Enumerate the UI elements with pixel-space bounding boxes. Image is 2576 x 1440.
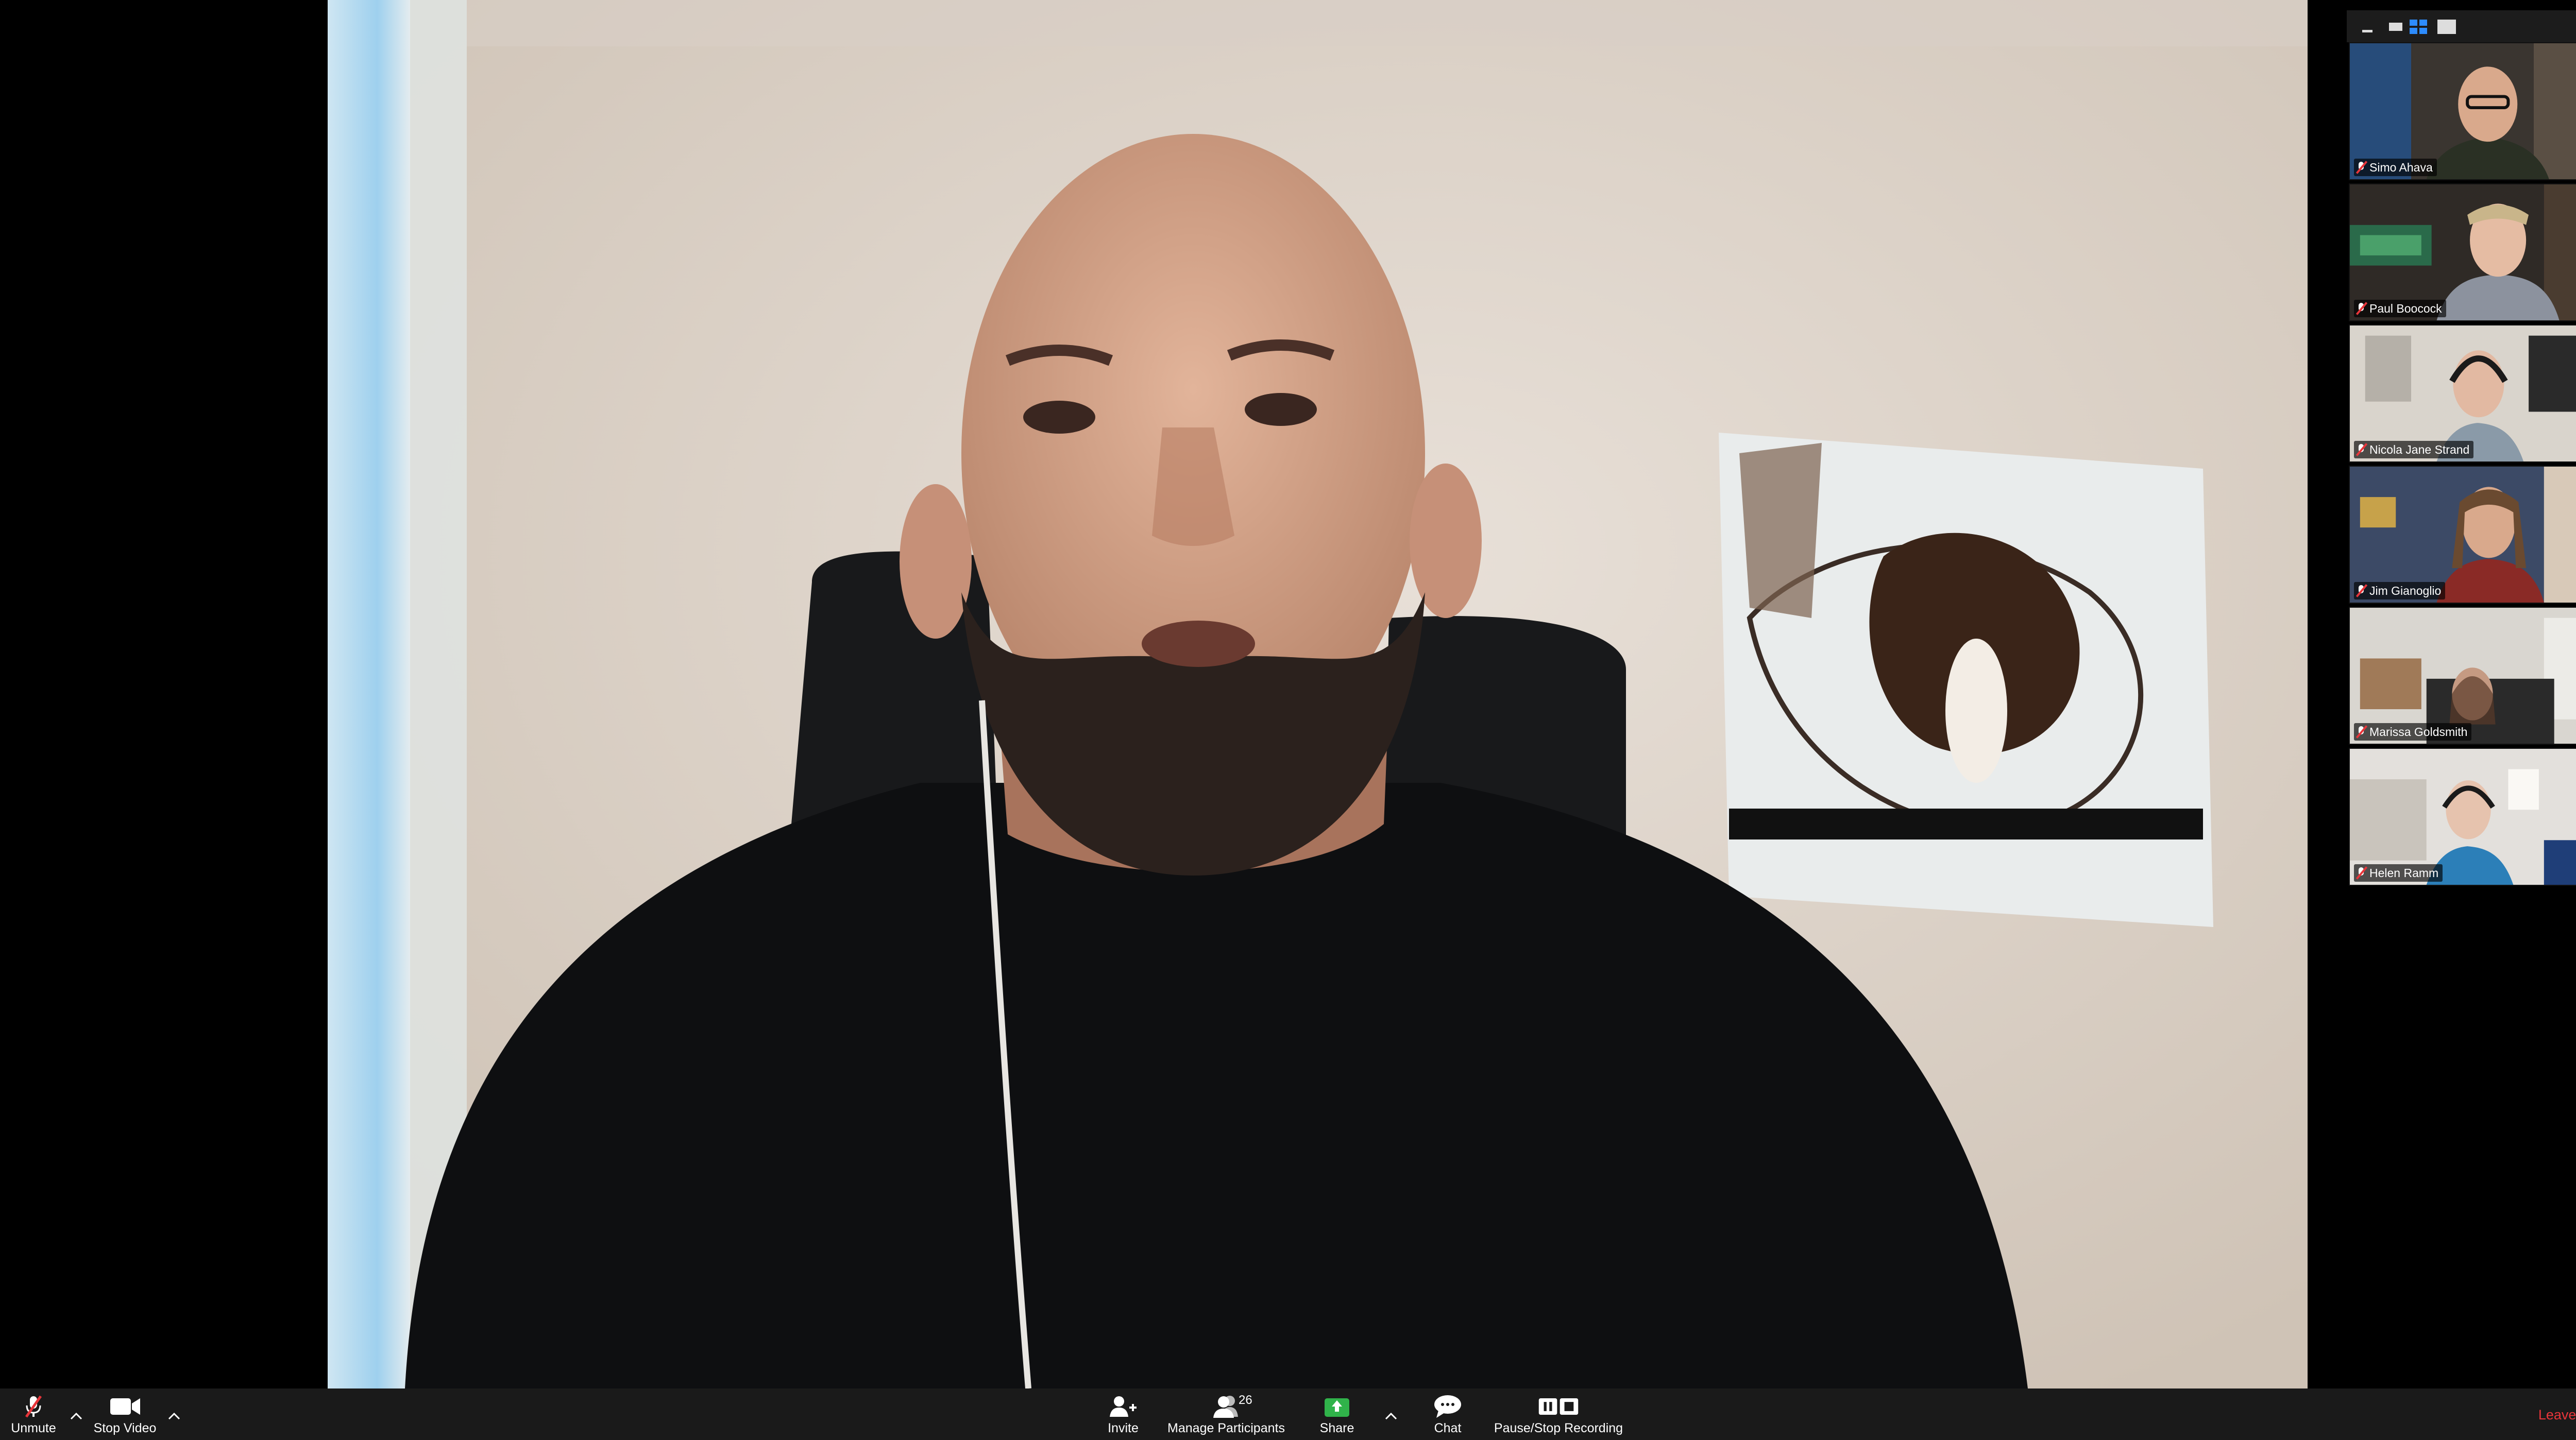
- speaker-view-icon[interactable]: [2437, 20, 2456, 34]
- participant-count: 26: [1239, 1393, 1252, 1407]
- participant-tile[interactable]: Nicola Jane Strand: [2349, 324, 2576, 462]
- participant-tile[interactable]: Marissa Goldsmith: [2349, 607, 2576, 745]
- muted-mic-icon: [2356, 725, 2366, 739]
- stop-video-label: Stop Video: [93, 1421, 157, 1435]
- muted-mic-icon: [2356, 866, 2366, 880]
- participant-tile[interactable]: Helen Ramm: [2349, 748, 2576, 886]
- chevron-up-icon: [70, 1412, 82, 1420]
- participant-name-tag: Jim Gianoglio: [2354, 582, 2446, 599]
- chat-bubble-icon: [1427, 1392, 1468, 1421]
- chevron-up-icon: [1385, 1412, 1397, 1420]
- participants-icon: 26: [1206, 1392, 1252, 1421]
- invite-label: Invite: [1108, 1421, 1139, 1435]
- chat-label: Chat: [1434, 1421, 1462, 1435]
- video-options-caret[interactable]: [164, 1409, 184, 1424]
- meeting-toolbar: Unmute Stop Video Invite 26 Manage Parti…: [0, 1388, 2576, 1440]
- chevron-up-icon: [168, 1412, 180, 1420]
- muted-mic-icon: [2356, 161, 2366, 174]
- gallery-strip: Simo Ahava Paul Boocock Nicola Jane Stra…: [2347, 10, 2576, 891]
- leave-meeting-button[interactable]: Leave Meeting: [2538, 1407, 2576, 1423]
- muted-mic-icon: [2356, 302, 2366, 315]
- pause-stop-icon: [1538, 1392, 1579, 1421]
- unmute-label: Unmute: [11, 1421, 56, 1435]
- add-user-icon: [1103, 1392, 1144, 1421]
- participant-name: Marissa Goldsmith: [2369, 725, 2468, 739]
- audio-options-caret[interactable]: [66, 1409, 87, 1424]
- video-camera-icon: [105, 1392, 146, 1421]
- share-options-caret[interactable]: [1381, 1409, 1401, 1424]
- participant-name: Helen Ramm: [2369, 866, 2439, 880]
- stop-video-button[interactable]: Stop Video: [88, 1388, 162, 1440]
- unmute-button[interactable]: Unmute: [5, 1388, 62, 1440]
- participant-tile[interactable]: Paul Boocock: [2349, 183, 2576, 321]
- manage-participants-label: Manage Participants: [1167, 1421, 1285, 1435]
- participant-name: Nicola Jane Strand: [2369, 442, 2470, 456]
- gallery-view-icon[interactable]: [2410, 20, 2427, 34]
- strip-view-icon[interactable]: [2389, 23, 2402, 31]
- participant-name: Paul Boocock: [2369, 301, 2442, 315]
- muted-mic-icon: [2356, 443, 2366, 456]
- participant-name-tag: Nicola Jane Strand: [2354, 441, 2474, 458]
- participant-name: Simo Ahava: [2369, 160, 2433, 174]
- share-label: Share: [1319, 1421, 1354, 1435]
- pause-stop-recording-button[interactable]: Pause/Stop Recording: [1492, 1388, 1625, 1440]
- participant-name-tag: Simo Ahava: [2354, 159, 2437, 176]
- participant-name-tag: Helen Ramm: [2354, 864, 2443, 882]
- participant-name-tag: Marissa Goldsmith: [2354, 723, 2472, 741]
- minimize-icon[interactable]: [2362, 30, 2372, 32]
- share-screen-button[interactable]: Share: [1311, 1388, 1363, 1440]
- main-speaker-video[interactable]: [328, 0, 2308, 1388]
- muted-mic-icon: [2356, 584, 2366, 597]
- invite-button[interactable]: Invite: [1097, 1388, 1149, 1440]
- wall-painting: [1719, 433, 2213, 927]
- participant-tile[interactable]: Simo Ahava: [2349, 42, 2576, 180]
- participant-tile[interactable]: Jim Gianoglio: [2349, 466, 2576, 604]
- muted-mic-icon: [13, 1392, 54, 1421]
- gallery-header: [2347, 10, 2576, 42]
- share-screen-icon: [1316, 1392, 1358, 1421]
- participant-name: Jim Gianoglio: [2369, 584, 2442, 597]
- recording-label: Pause/Stop Recording: [1494, 1421, 1623, 1435]
- manage-participants-button[interactable]: 26 Manage Participants: [1162, 1388, 1291, 1440]
- participant-name-tag: Paul Boocock: [2354, 300, 2446, 317]
- speaker-video-frame: [328, 0, 2308, 1388]
- chat-button[interactable]: Chat: [1422, 1388, 1473, 1440]
